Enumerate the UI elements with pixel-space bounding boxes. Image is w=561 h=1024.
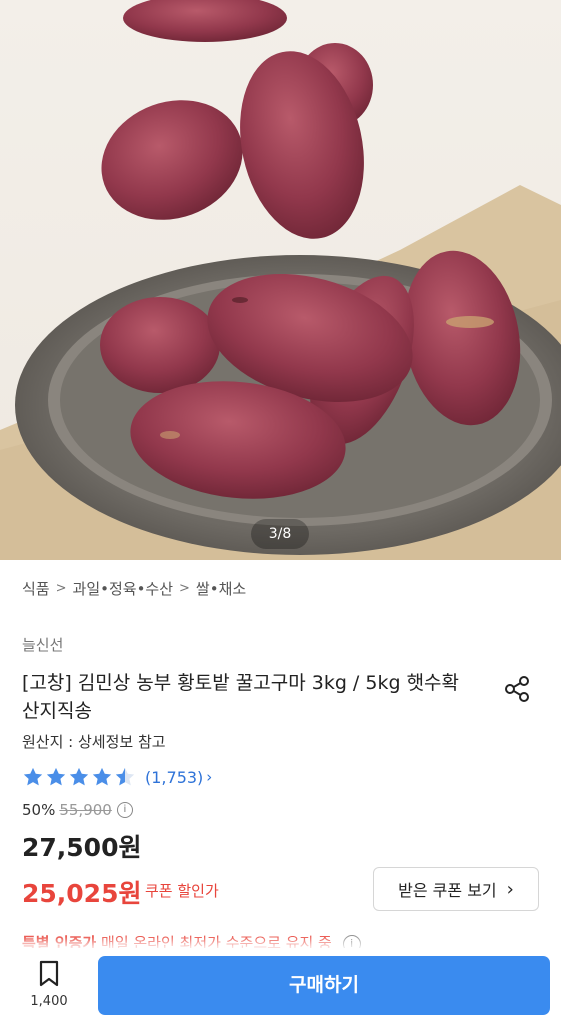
sale-price: 27,500원: [22, 833, 142, 862]
coupon-price: 25,025원: [22, 879, 142, 908]
review-count-link[interactable]: (1,753): [145, 768, 203, 787]
original-price: 55,900: [59, 801, 112, 819]
chevron-right-icon: >: [55, 580, 67, 596]
rating-row[interactable]: (1,753) ›: [22, 764, 212, 790]
discount-rate: 50%: [22, 801, 56, 819]
share-icon: [505, 676, 529, 702]
star-icon: [69, 767, 89, 786]
info-icon[interactable]: i: [116, 802, 133, 818]
star-icon: [23, 767, 43, 786]
seller-name[interactable]: 늘신선: [22, 634, 63, 655]
bookmark-icon: [39, 960, 59, 987]
coupon-label: 쿠폰 할인가: [145, 882, 219, 900]
star-half-icon: [115, 767, 135, 786]
image-counter: 3/8: [251, 519, 309, 549]
breadcrumb: 식품 > 과일•정육•수산 > 쌀•채소: [22, 576, 246, 600]
product-title: [고창] 김민상 농부 황토밭 꿀고구마 3kg / 5kg 햇수확 산지직송: [22, 672, 460, 722]
view-coupons-label: 받은 쿠폰 보기: [398, 881, 497, 900]
breadcrumb-item-rice-vegetables[interactable]: 쌀•채소: [196, 578, 246, 599]
star-icon: [92, 767, 112, 786]
star-rating: [22, 766, 137, 788]
breadcrumb-item-fruit-meat-seafood[interactable]: 과일•정육•수산: [73, 578, 174, 599]
bottom-action-bar: 1,400 구매하기: [0, 948, 561, 1024]
product-image[interactable]: 3/8: [0, 0, 561, 560]
price-row: 50% 55,900 i: [22, 799, 133, 821]
chevron-right-icon: ›: [206, 768, 213, 786]
breadcrumb-item-food[interactable]: 식품: [22, 578, 50, 599]
chevron-right-icon: ›: [506, 878, 514, 900]
chevron-right-icon: >: [179, 580, 190, 596]
view-coupons-button[interactable]: 받은 쿠폰 보기 ›: [373, 867, 539, 911]
sweet-potato-photo: [0, 0, 561, 560]
share-button[interactable]: [500, 672, 534, 706]
star-icon: [46, 767, 66, 786]
origin-info: 원산지 : 상세정보 참고: [22, 733, 166, 751]
bookmark-button[interactable]: 1,400: [22, 960, 76, 1018]
buy-button[interactable]: 구매하기: [98, 956, 550, 1015]
bookmark-count: 1,400: [30, 994, 68, 1009]
